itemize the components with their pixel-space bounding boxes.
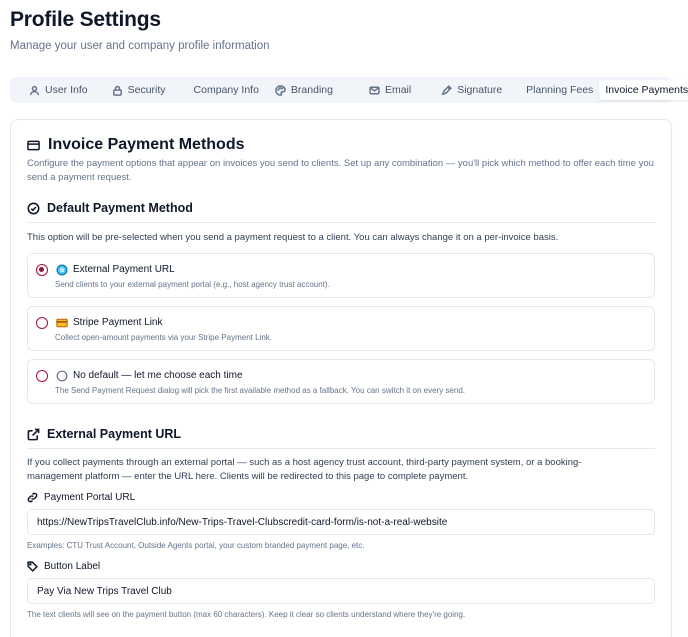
card-title-text: Invoice Payment Methods [48, 136, 245, 153]
user-icon [29, 85, 40, 95]
field-label-text: Button Label [44, 561, 101, 572]
section-title: Default Payment Method [47, 201, 193, 215]
option-description: Send clients to your external payment po… [55, 280, 330, 289]
external-url-heading: External Payment URL [27, 427, 655, 449]
button-label-input[interactable] [27, 578, 655, 604]
card-title: Invoice Payment Methods [27, 136, 245, 154]
tab-email[interactable]: Email [363, 80, 417, 100]
circle-icon [56, 370, 68, 382]
tab-label: Planning Fees [526, 84, 594, 96]
portal-url-hint: Examples: CTU Trust Account, Outside Age… [27, 541, 365, 550]
invoice-payment-card: Invoice Payment Methods Configure the pa… [10, 119, 672, 637]
option-stripe-link[interactable]: Stripe Payment Link Collect open-amount … [27, 306, 655, 351]
pen-tool-icon [441, 84, 453, 95]
tab-security[interactable]: Security [106, 80, 172, 100]
globe-icon [56, 264, 68, 276]
mail-icon [369, 86, 380, 94]
card-description: Configure the payment options that appea… [27, 158, 654, 183]
option-description: The Send Payment Request dialog will pic… [55, 386, 466, 395]
option-label: Stripe Payment Link [73, 317, 163, 328]
tab-branding[interactable]: Branding [269, 80, 339, 100]
tab-signature[interactable]: Signature [435, 80, 508, 100]
tab-user-info[interactable]: User Info [23, 80, 94, 100]
lock-icon [112, 85, 122, 96]
radio-stripe-link[interactable] [36, 317, 48, 329]
tab-label: Invoice Payments [605, 84, 688, 96]
credit-card-icon [27, 140, 40, 150]
palette-icon [275, 84, 286, 96]
radio-no-default[interactable] [36, 370, 48, 382]
tab-label: Security [127, 84, 166, 96]
settings-tabs: User Info Security Company Info Branding… [10, 77, 688, 103]
link-icon [27, 492, 38, 503]
tab-planning-fees[interactable]: Planning Fees [520, 80, 599, 100]
button-label-hint: The text clients will see on the payment… [27, 610, 466, 619]
default-method-heading: Default Payment Method [27, 201, 655, 223]
tab-label: Branding [290, 84, 333, 96]
circle-check-icon [27, 202, 40, 214]
tab-label: Email [384, 84, 412, 96]
tab-label: Company Info [193, 84, 259, 96]
radio-external-url[interactable] [36, 264, 48, 276]
option-no-default[interactable]: No default — let me choose each time The… [27, 359, 655, 404]
tab-company-info[interactable]: Company Info [188, 80, 265, 100]
portal-url-input[interactable] [27, 509, 655, 535]
tab-label: Signature [457, 84, 503, 96]
option-label: No default — let me choose each time [73, 370, 243, 381]
external-link-icon [27, 428, 40, 440]
option-label: External Payment URL [73, 264, 175, 275]
tag-icon [27, 561, 38, 572]
external-url-description: If you collect payments through an exter… [27, 457, 582, 482]
page-subtitle: Manage your user and company profile inf… [10, 40, 270, 52]
page-title: Profile Settings [10, 8, 161, 31]
default-method-description: This option will be pre-selected when yo… [27, 232, 559, 243]
option-external-url[interactable]: External Payment URL Send clients to you… [27, 253, 655, 298]
portal-url-label: Payment Portal URL [27, 492, 135, 503]
button-label-label: Button Label [27, 561, 100, 572]
tab-invoice-payments[interactable]: Invoice Payments [599, 80, 688, 100]
credit-card-icon [56, 318, 68, 328]
option-description: Collect open-amount payments via your St… [55, 333, 272, 342]
tab-label: User Info [45, 84, 88, 96]
field-label-text: Payment Portal URL [44, 492, 136, 503]
section-title: External Payment URL [47, 427, 182, 441]
